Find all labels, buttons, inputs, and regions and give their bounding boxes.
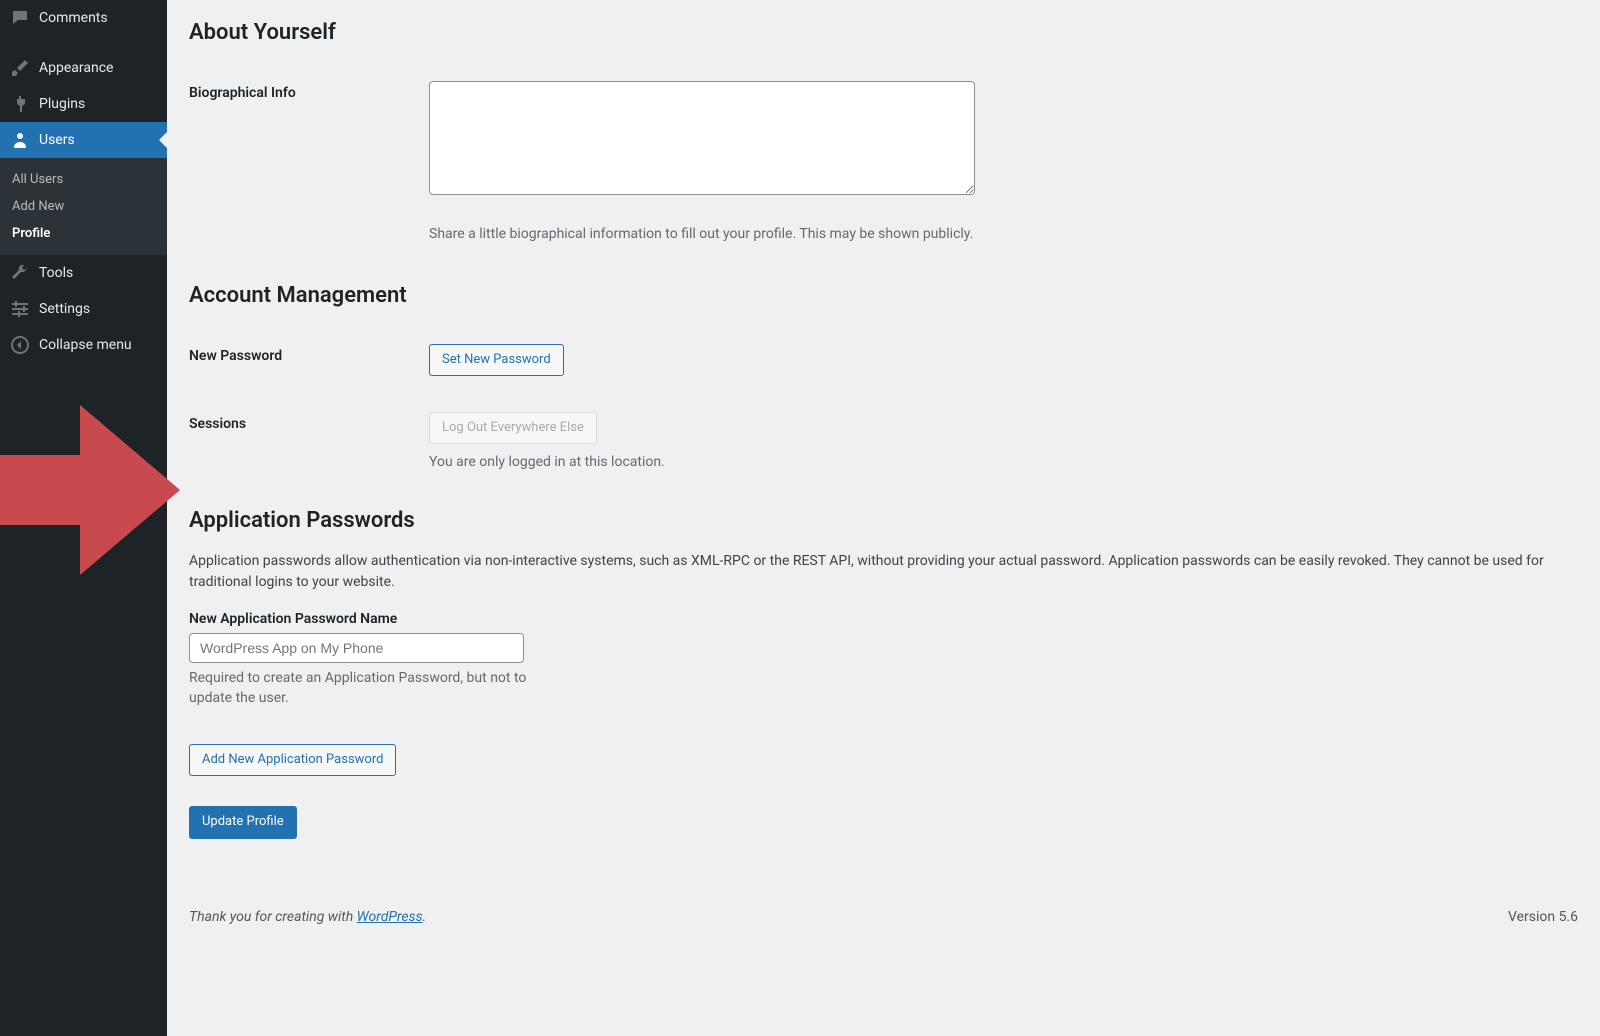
sessions-description: You are only logged in at this location. — [429, 454, 1578, 470]
new-password-row: New Password Set New Password — [189, 326, 1578, 394]
comment-icon — [10, 8, 30, 28]
brush-icon — [10, 58, 30, 78]
sidebar-item-label: Comments — [39, 10, 108, 26]
sessions-row: Sessions Log Out Everywhere Else You are… — [189, 394, 1578, 488]
add-application-password-button[interactable]: Add New Application Password — [189, 744, 396, 776]
sidebar-item-label: Appearance — [39, 60, 113, 76]
sidebar-item-users[interactable]: Users — [0, 122, 167, 158]
app-passwords-description: Application passwords allow authenticati… — [189, 551, 1569, 593]
about-heading: About Yourself — [189, 20, 1578, 45]
footer: Thank you for creating with WordPress. V… — [189, 909, 1578, 925]
sidebar-item-label: Tools — [39, 265, 73, 281]
bio-label: Biographical Info — [189, 81, 429, 101]
sidebar-item-plugins[interactable]: Plugins — [0, 86, 167, 122]
sidebar-item-label: Settings — [39, 301, 90, 317]
logout-everywhere-button: Log Out Everywhere Else — [429, 412, 597, 444]
app-passwords-heading: Application Passwords — [189, 508, 1578, 533]
collapse-label: Collapse menu — [39, 337, 132, 353]
account-heading: Account Management — [189, 283, 1578, 308]
sessions-label: Sessions — [189, 412, 429, 432]
app-password-name-label: New Application Password Name — [189, 611, 1578, 627]
footer-version: Version 5.6 — [1508, 909, 1578, 925]
plugin-icon — [10, 94, 30, 114]
update-profile-button[interactable]: Update Profile — [189, 806, 297, 838]
wordpress-link[interactable]: WordPress — [357, 909, 423, 925]
footer-thank-suffix: . — [423, 909, 427, 925]
app-password-name-input[interactable] — [189, 633, 524, 663]
sidebar-item-label: Users — [39, 132, 75, 148]
bio-description: Share a little biographical information … — [429, 225, 1578, 245]
footer-thank-prefix: Thank you for creating with — [189, 909, 357, 925]
sidebar-item-comments[interactable]: Comments — [0, 0, 167, 36]
new-password-label: New Password — [189, 344, 429, 364]
sidebar-item-label: Plugins — [39, 96, 85, 112]
bio-row: Biographical Info Share a little biograp… — [189, 63, 1578, 263]
bio-textarea[interactable] — [429, 81, 975, 195]
user-icon — [10, 130, 30, 150]
sidebar-item-tools[interactable]: Tools — [0, 255, 167, 291]
admin-sidebar: Comments Appearance Plugins Users All Us… — [0, 0, 167, 1036]
sidebar-submenu-users: All Users Add New Profile — [0, 158, 167, 255]
sidebar-item-appearance[interactable]: Appearance — [0, 50, 167, 86]
collapse-menu[interactable]: Collapse menu — [0, 327, 167, 363]
set-new-password-button[interactable]: Set New Password — [429, 344, 564, 376]
submenu-all-users[interactable]: All Users — [0, 166, 167, 193]
submenu-add-new[interactable]: Add New — [0, 193, 167, 220]
submenu-profile[interactable]: Profile — [0, 220, 167, 247]
collapse-icon — [10, 335, 30, 355]
sidebar-item-settings[interactable]: Settings — [0, 291, 167, 327]
app-password-name-help: Required to create an Application Passwo… — [189, 669, 529, 708]
sliders-icon — [10, 299, 30, 319]
wrench-icon — [10, 263, 30, 283]
main-content: About Yourself Biographical Info Share a… — [167, 0, 1600, 1036]
